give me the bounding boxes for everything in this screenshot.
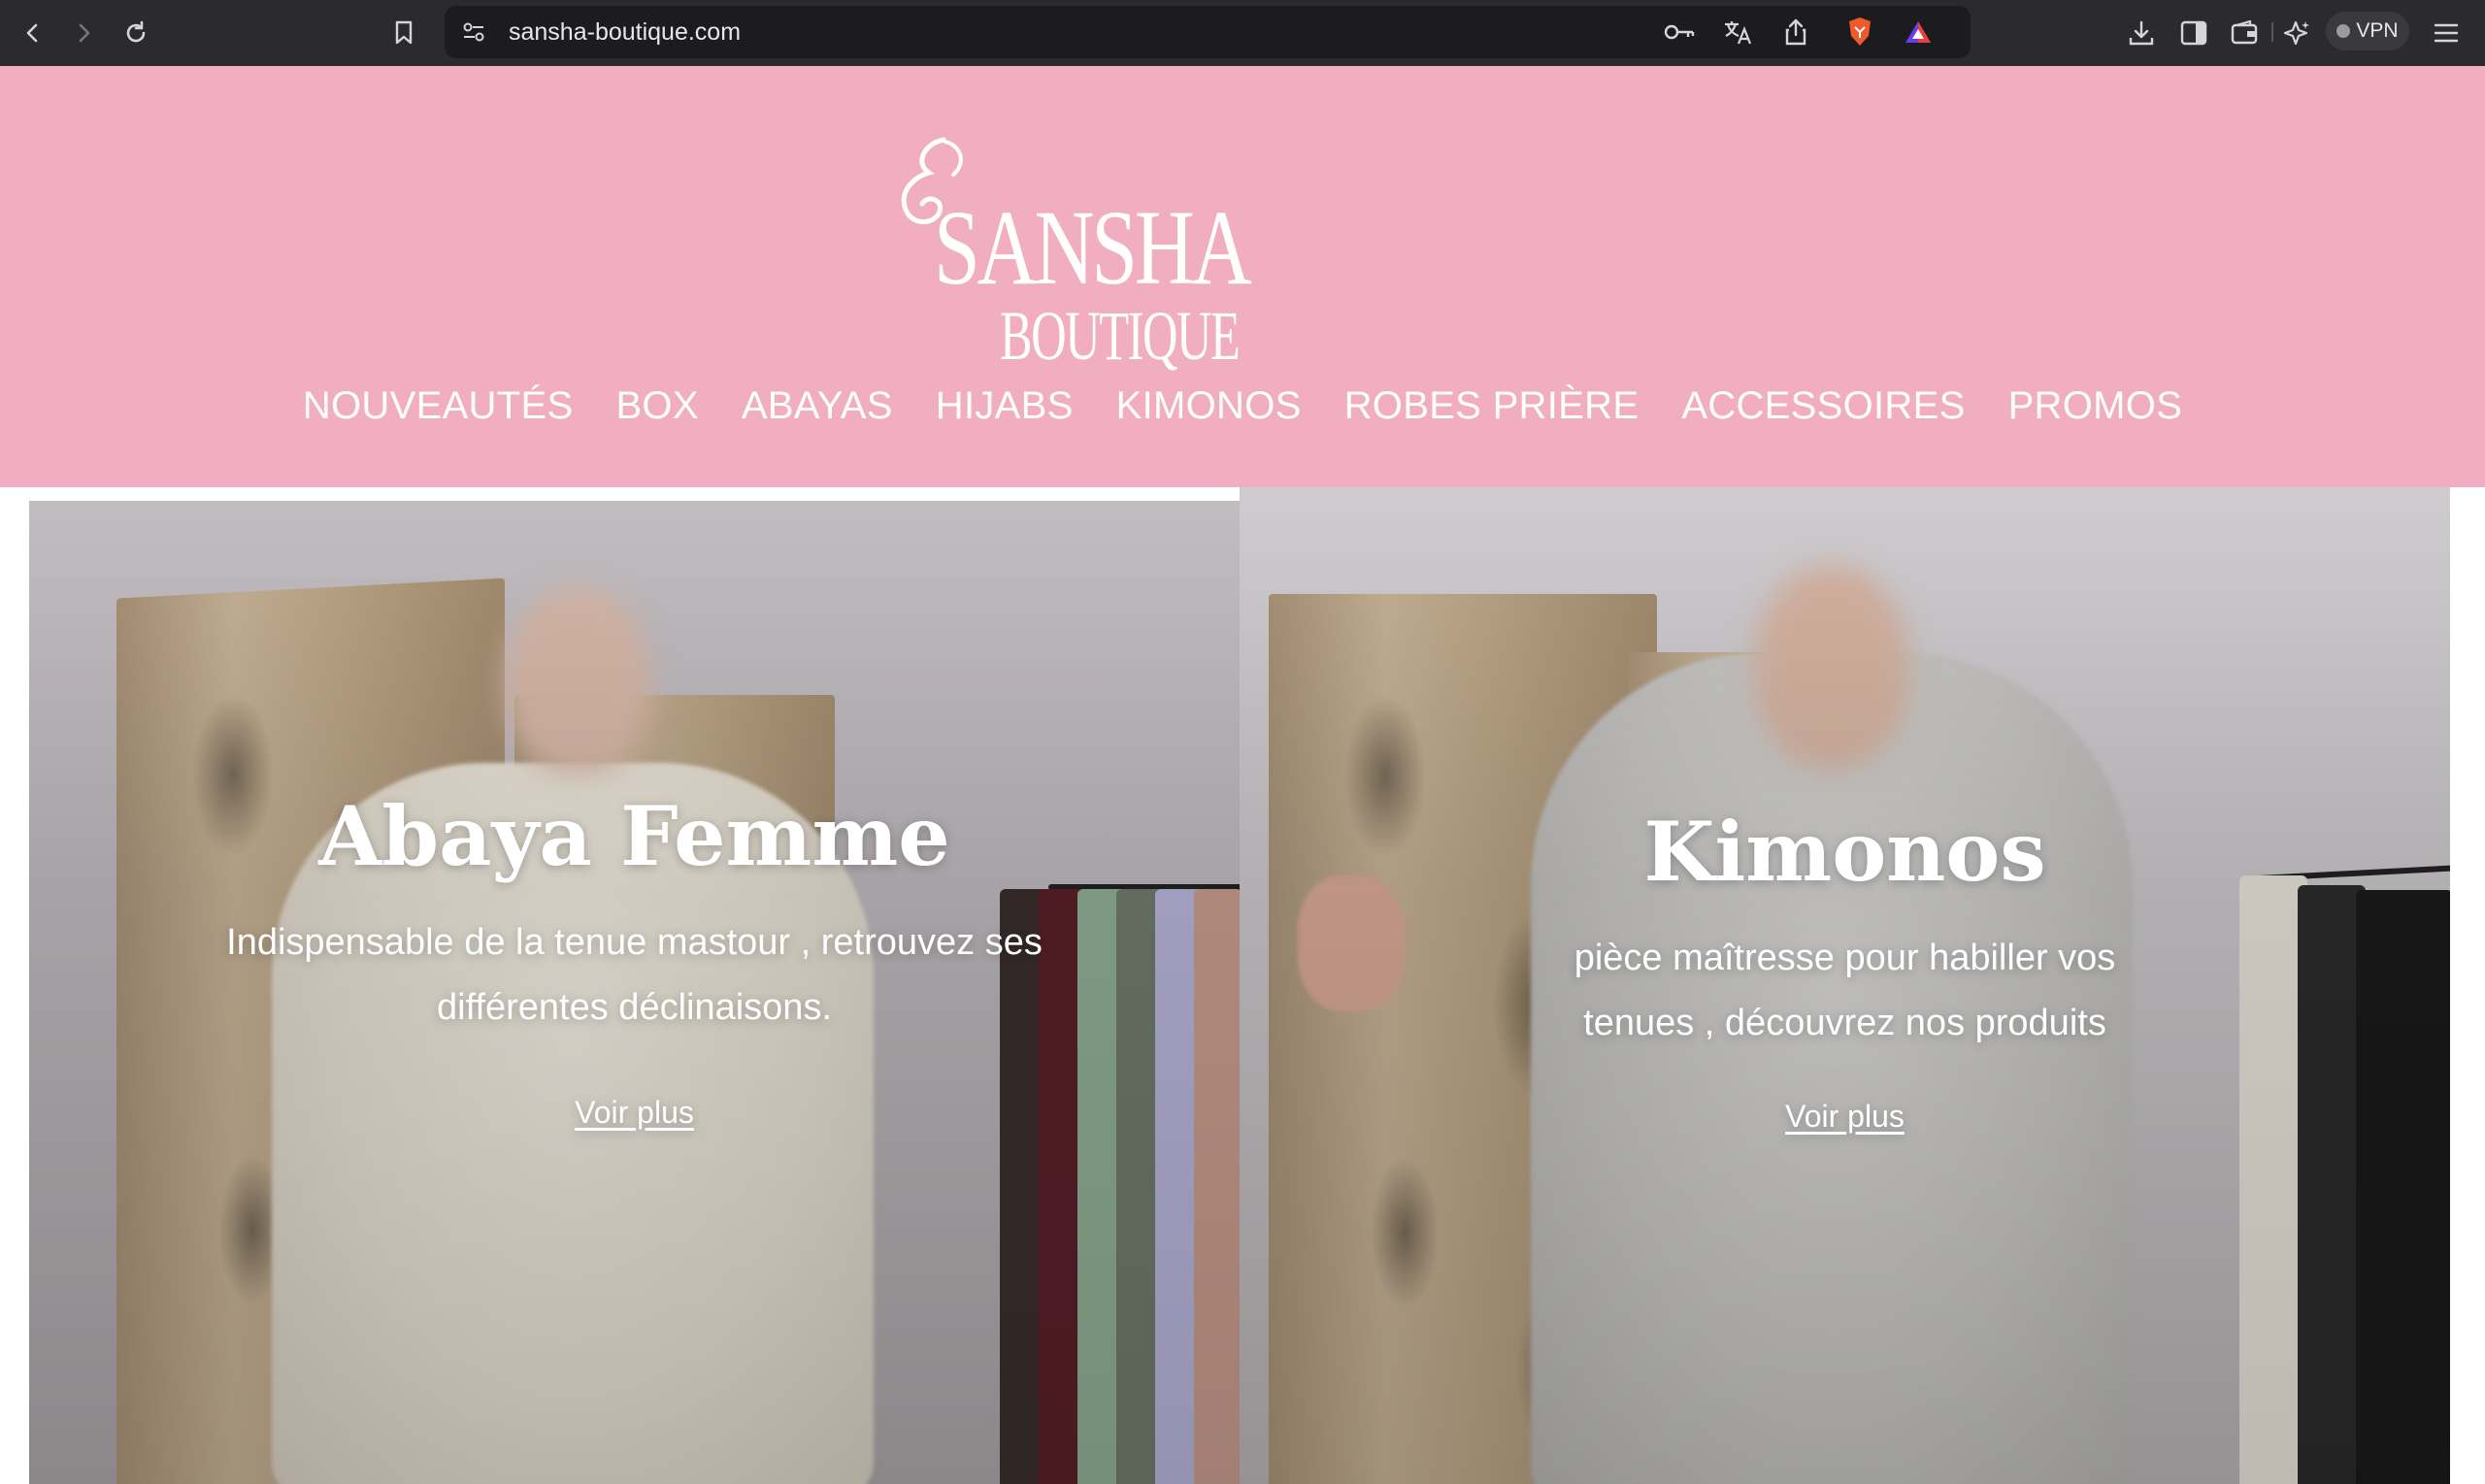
reload-icon[interactable] [116, 14, 155, 52]
site-settings-icon[interactable] [454, 13, 493, 51]
hero-text-kimonos: pièce maîtresse pour habiller vos tenues… [1574, 938, 2116, 1044]
site-header: SANSHA BOUTIQUE NOUVEAUTÉS BOX ABAYAS HI… [0, 66, 2485, 487]
sidebar-icon[interactable] [2174, 14, 2213, 52]
hero-text-abaya: Indispensable de la tenue mastour , retr… [226, 922, 1043, 1029]
voir-plus-link-kimonos[interactable]: Voir plus [1785, 1099, 1905, 1135]
url-text[interactable]: sansha-boutique.com [509, 6, 741, 58]
nav-item-robes-priere[interactable]: ROBES PRIÈRE [1323, 379, 1661, 433]
nav-item-abayas[interactable]: ABAYAS [720, 379, 914, 433]
hero-title-abaya: Abaya Femme [318, 788, 950, 884]
logo-main-text: SANSHA [934, 188, 1252, 307]
menu-icon[interactable] [2427, 14, 2466, 52]
nav-item-nouveautes[interactable]: NOUVEAUTÉS [282, 379, 595, 433]
address-bar-divider [2271, 22, 2273, 42]
hero-title-kimonos: Kimonos [1643, 804, 2046, 900]
nav-item-accessoires[interactable]: ACCESSOIRES [1660, 379, 1986, 433]
nav-item-box[interactable]: BOX [594, 379, 719, 433]
share-icon[interactable] [1776, 13, 1815, 51]
nav-item-kimonos[interactable]: KIMONOS [1095, 379, 1323, 433]
back-icon[interactable] [14, 14, 52, 52]
vpn-button[interactable]: VPN [2326, 12, 2409, 50]
hero-card-kimonos[interactable]: Kimonos pièce maîtresse pour habiller vo… [1240, 487, 2450, 1484]
rewards-icon[interactable] [1899, 13, 1938, 51]
site-logo[interactable]: SANSHA BOUTIQUE [885, 134, 1252, 386]
downloads-icon[interactable] [2122, 14, 2161, 52]
vpn-status-icon [2336, 24, 2351, 38]
forward-icon[interactable] [64, 14, 103, 52]
voir-plus-link-abaya[interactable]: Voir plus [575, 1095, 694, 1131]
address-bar[interactable]: sansha-boutique.com [445, 6, 2273, 58]
password-key-icon[interactable] [1660, 13, 1699, 51]
hero-content-kimonos: Kimonos pièce maîtresse pour habiller vo… [1240, 804, 2450, 1135]
vpn-label: VPN [2356, 19, 2399, 42]
hero-card-abaya[interactable]: Abaya Femme Indispensable de la tenue ma… [29, 501, 1240, 1484]
nav-item-promos[interactable]: PROMOS [1987, 379, 2204, 433]
leo-ai-icon[interactable] [2277, 14, 2316, 52]
brave-shields-icon[interactable] [1840, 13, 1879, 51]
translate-icon[interactable] [1718, 13, 1757, 51]
browser-toolbar: sansha-boutique.com VPN [0, 0, 2485, 66]
logo-sub-text: BOUTIQUE [1000, 297, 1241, 375]
nav-item-hijabs[interactable]: HIJABS [914, 379, 1095, 433]
bookmark-icon[interactable] [384, 14, 423, 52]
hero-content-abaya: Abaya Femme Indispensable de la tenue ma… [29, 788, 1240, 1131]
wallet-icon[interactable] [2225, 14, 2264, 52]
main-nav: NOUVEAUTÉS BOX ABAYAS HIJABS KIMONOS ROB… [0, 379, 2485, 433]
